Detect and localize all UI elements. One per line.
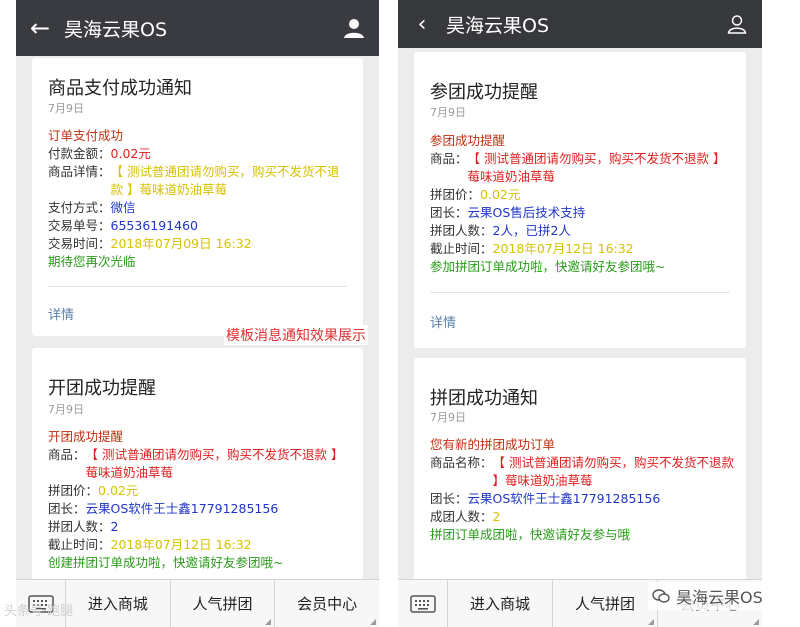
card-title: 拼团成功通知 xyxy=(430,388,538,409)
row-value: 云果OS软件王士鑫17791285156 xyxy=(467,491,661,506)
card-head: 开团成功提醒 xyxy=(48,429,124,444)
row-value: 0.02元 xyxy=(480,187,521,202)
card-foot: 创建拼团订单成功啦，快邀请好友参团哦~ xyxy=(48,555,284,570)
row-label: 支付方式： xyxy=(48,200,111,215)
row-value: 2018年07月09日 16:32 xyxy=(110,236,252,251)
row-label: 商品： xyxy=(48,447,86,462)
left-phone-screen: ← 昊海云果OS 商品支付成功通知 7月9日 订单支付成功 付款金额： 0.02元… xyxy=(16,0,379,627)
row-value: 2 xyxy=(492,509,501,524)
screenshot-stage: ← 昊海云果OS 商品支付成功通知 7月9日 订单支付成功 付款金额： 0.02元… xyxy=(0,0,800,627)
row-label: 商品： xyxy=(430,151,468,166)
card-divider xyxy=(48,286,347,287)
card-divider xyxy=(430,292,730,293)
card-content: 参团成功提醒 商品：【 测试普通团请勿购买，购买不发货不退款 】莓味道奶油草莓 … xyxy=(430,132,734,276)
row-value: 【 测试普通团请勿购买，购买不发货不退款 】莓味道奶油草莓 xyxy=(467,151,726,184)
group-open-card[interactable]: 开团成功提醒 7月9日 开团成功提醒 商品：【 测试普通团请勿购买，购买不发货不… xyxy=(32,348,363,588)
payment-success-card[interactable]: 商品支付成功通知 7月9日 订单支付成功 付款金额： 0.02元 商品详情：【 测… xyxy=(32,58,363,336)
group-success-card[interactable]: 拼团成功通知 7月9日 您有新的拼团成功订单 商品名称：【 测试普通团请勿购买，… xyxy=(414,358,746,588)
caption-text: 模板消息通知效果展示 xyxy=(224,325,368,345)
menu-label: 人气拼团 xyxy=(192,595,253,613)
row-value: 【 测试普通团请勿购买，购买不发货不退款 】莓味道奶油草莓 xyxy=(492,455,734,488)
watermark-text: 昊海云果OS xyxy=(676,588,763,607)
join-group-card[interactable]: 参团成功提醒 7月9日 参团成功提醒 商品：【 测试普通团请勿购买，购买不发货不… xyxy=(414,52,746,348)
row-value: 2018年07月12日 16:32 xyxy=(110,537,252,552)
row-label: 商品名称： xyxy=(430,455,493,470)
card-content: 订单支付成功 付款金额： 0.02元 商品详情：【 测试普通团请勿购买，购买不发货… xyxy=(48,127,351,271)
keyboard-icon[interactable] xyxy=(398,579,448,627)
row-value: 0.02元 xyxy=(110,146,151,161)
card-head: 参团成功提醒 xyxy=(430,133,506,148)
card-foot: 参加拼团订单成功啦，快邀请好友参团哦~ xyxy=(430,259,666,274)
card-date: 7月9日 xyxy=(430,106,466,119)
card-date: 7月9日 xyxy=(48,102,84,115)
card-foot: 拼团订单成团啦，快邀请好友参与哦 xyxy=(430,527,631,542)
details-link[interactable]: 详情 xyxy=(430,312,456,331)
card-date: 7月9日 xyxy=(430,411,466,424)
submenu-indicator-icon xyxy=(648,618,654,625)
row-value: 云果OS软件王士鑫17791285156 xyxy=(85,501,279,516)
menu-label: 会员中心 xyxy=(297,595,358,613)
card-foot: 期待您再次光临 xyxy=(48,254,136,269)
row-label: 团长： xyxy=(430,491,468,506)
menu-enter-mall[interactable]: 进入商城 xyxy=(66,579,171,627)
watermark-left: 头条号·跑腿 xyxy=(4,604,74,619)
row-label: 团长： xyxy=(430,205,468,220)
menu-popular-group[interactable]: 人气拼团 xyxy=(171,579,276,627)
card-title: 开团成功提醒 xyxy=(48,378,156,399)
card-date: 7月9日 xyxy=(48,403,84,416)
card-title: 参团成功提醒 xyxy=(430,82,538,103)
submenu-indicator-icon xyxy=(370,618,377,625)
top-nav-bar: ← 昊海云果OS xyxy=(16,0,379,56)
row-value: 2人，已拼2人 xyxy=(492,223,571,238)
wechat-icon xyxy=(652,589,670,603)
row-label: 付款金额： xyxy=(48,146,111,161)
back-chevron-icon[interactable]: ‹ xyxy=(398,12,446,37)
submenu-indicator-icon xyxy=(753,618,759,625)
row-label: 交易单号： xyxy=(48,218,111,233)
row-label: 成团人数： xyxy=(430,509,493,524)
menu-member-center[interactable]: 会员中心 xyxy=(275,580,379,627)
row-label: 截止时间： xyxy=(48,537,111,552)
right-phone-screen: ‹ 昊海云果OS 参团成功提醒 7月9日 参团成功提醒 商品：【 测试普通团请勿… xyxy=(398,0,762,627)
row-label: 团长： xyxy=(48,501,86,516)
row-label: 拼团价： xyxy=(48,483,99,498)
row-value: 【 测试普通团请勿购买，购买不发货不退款 】莓味道奶油草莓 xyxy=(85,447,344,480)
row-value: 2018年07月12日 16:32 xyxy=(492,241,634,256)
details-link[interactable]: 详情 xyxy=(48,304,74,323)
row-label: 拼团人数： xyxy=(48,519,111,534)
row-value: 65536191460 xyxy=(110,218,198,233)
card-content: 开团成功提醒 商品：【 测试普通团请勿购买，购买不发货不退款 】莓味道奶油草莓 … xyxy=(48,428,351,572)
row-value: 2 xyxy=(110,519,119,534)
row-value: 0.02元 xyxy=(98,483,139,498)
row-label: 商品详情： xyxy=(48,164,111,179)
app-title: 昊海云果OS xyxy=(64,18,168,41)
row-label: 拼团人数： xyxy=(430,223,493,238)
card-head: 订单支付成功 xyxy=(48,128,124,143)
menu-popular-group[interactable]: 人气拼团 xyxy=(553,579,658,627)
menu-enter-mall[interactable]: 进入商城 xyxy=(448,579,553,627)
back-arrow-icon[interactable]: ← xyxy=(16,14,64,42)
row-label: 交易时间： xyxy=(48,236,111,251)
user-profile-icon[interactable] xyxy=(712,14,762,34)
menu-label: 人气拼团 xyxy=(574,595,635,613)
row-value: 云果OS售后技术支持 xyxy=(467,205,586,220)
card-content: 您有新的拼团成功订单 商品名称：【 测试普通团请勿购买，购买不发货不退款 】莓味… xyxy=(430,436,734,544)
card-head: 您有新的拼团成功订单 xyxy=(430,437,556,452)
row-label: 截止时间： xyxy=(430,241,493,256)
row-label: 拼团价： xyxy=(430,187,481,202)
top-nav-bar: ‹ 昊海云果OS xyxy=(398,0,762,48)
card-title: 商品支付成功通知 xyxy=(48,78,192,99)
row-value: 【 测试普通团请勿购买，购买不发货不退款 】莓味道奶油草莓 xyxy=(110,164,340,197)
row-value: 微信 xyxy=(110,200,136,215)
submenu-indicator-icon xyxy=(265,618,272,625)
user-profile-icon[interactable] xyxy=(329,17,379,39)
app-title: 昊海云果OS xyxy=(446,14,550,37)
watermark-right: 昊海云果OS xyxy=(648,582,767,610)
